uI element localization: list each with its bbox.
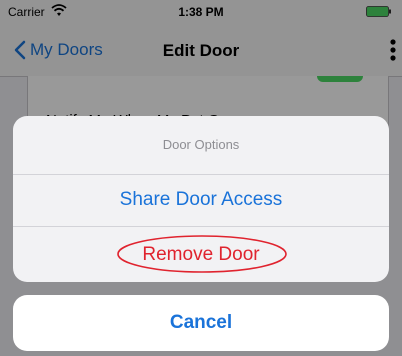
share-door-access-button[interactable]: Share Door Access xyxy=(13,174,389,227)
action-sheet: Door Options Share Door Access Remove Do… xyxy=(13,116,389,282)
highlight-circle-annotation xyxy=(117,235,287,273)
remove-door-button[interactable]: Remove Door xyxy=(13,227,389,282)
action-sheet-title: Door Options xyxy=(13,116,389,175)
cancel-button[interactable]: Cancel xyxy=(13,295,389,351)
